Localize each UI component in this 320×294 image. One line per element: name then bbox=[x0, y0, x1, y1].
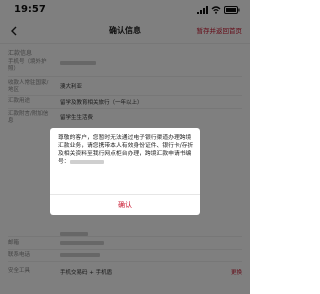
dialog-message: 尊敬的客户，您暂时无法通过电子银行渠道办理跨境汇款业务，请您携带本人有效身份证件… bbox=[58, 134, 194, 166]
alert-dialog: 尊敬的客户，您暂时无法通过电子银行渠道办理跨境汇款业务，请您携带本人有效身份证件… bbox=[50, 128, 200, 215]
confirm-button[interactable]: 确认 bbox=[50, 195, 200, 215]
masked-application-number bbox=[69, 159, 104, 164]
